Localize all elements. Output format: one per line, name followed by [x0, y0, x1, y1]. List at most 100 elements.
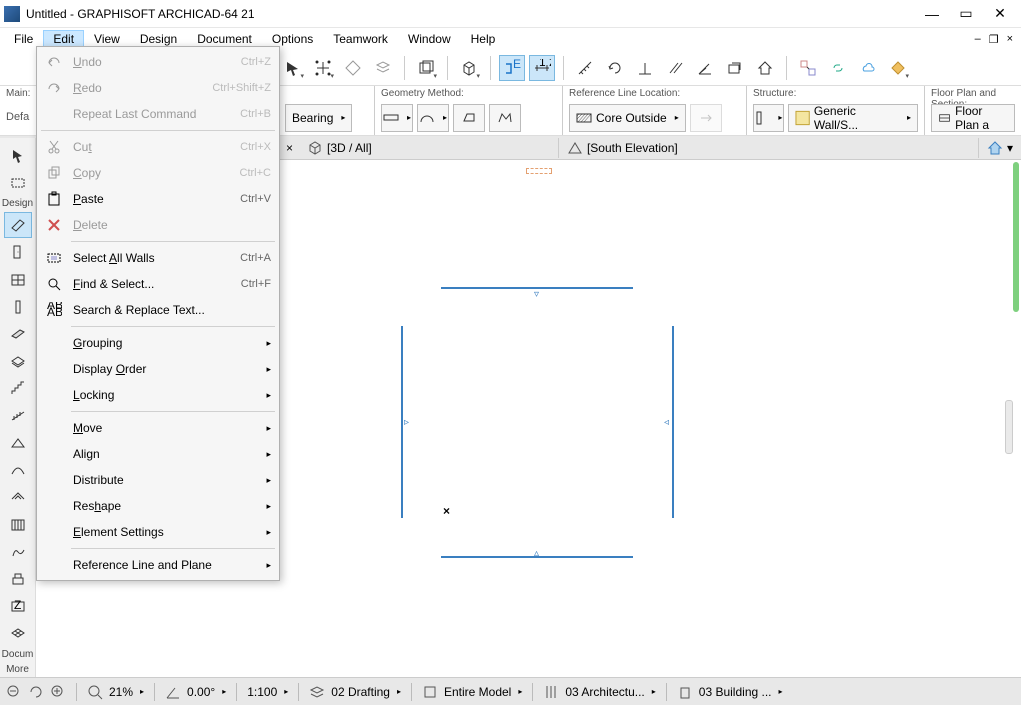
window-tool[interactable] [4, 267, 32, 292]
blank-icon [45, 445, 63, 463]
model-value[interactable]: Entire Model [444, 685, 522, 699]
mdi-min-icon[interactable]: – [971, 33, 985, 46]
geom-curved-button[interactable] [417, 104, 449, 132]
cloud-button[interactable] [855, 55, 881, 81]
zone-tool[interactable]: Z [4, 594, 32, 619]
tab-south-elevation[interactable]: [South Elevation] [558, 138, 818, 158]
arch-value[interactable]: 03 Architectu... [565, 685, 655, 699]
cube-dropdown-button[interactable] [456, 55, 482, 81]
layers-icon[interactable] [309, 684, 325, 700]
bearing-dropdown[interactable]: Bearing [285, 104, 352, 132]
scale-value[interactable]: 1:100 [247, 685, 288, 699]
mesh-tool[interactable] [4, 621, 32, 646]
mdi-restore-icon[interactable]: ❐ [985, 33, 1003, 46]
geom-trapezoid-button[interactable] [453, 104, 485, 132]
railing-tool[interactable] [4, 403, 32, 428]
arrow-tool[interactable] [4, 143, 32, 168]
edit-menu-dropdown: UndoCtrl+ZRedoCtrl+Shift+ZRepeat Last Co… [36, 46, 280, 581]
arrow-dropdown-button[interactable] [280, 55, 306, 81]
marquee-tool[interactable] [4, 170, 32, 195]
parallel-button[interactable] [662, 55, 688, 81]
skylight-tool[interactable] [4, 485, 32, 510]
tab-navigator-icon[interactable]: ▾ [978, 138, 1021, 158]
column-tool[interactable] [4, 294, 32, 319]
scroll-indicator[interactable] [1013, 162, 1019, 312]
door-tool[interactable] [4, 240, 32, 265]
wall-tool[interactable] [4, 212, 32, 237]
dim-12-button[interactable]: 1 2 [529, 55, 555, 81]
close-button[interactable]: ✕ [983, 3, 1017, 25]
floorplan-button[interactable]: Floor Plan a [931, 104, 1015, 132]
menuitem-distribute[interactable]: Distribute [39, 467, 277, 493]
menuitem-search-replace-text-[interactable]: ABABCSearch & Replace Text... [39, 297, 277, 323]
snap-e2-button[interactable]: E2 [499, 55, 525, 81]
menuitem-display-order[interactable]: Display Order [39, 356, 277, 382]
zoom-value[interactable]: 21% [109, 685, 144, 699]
struct-type-button[interactable] [753, 104, 784, 132]
measure-button[interactable] [572, 55, 598, 81]
bisector-button[interactable] [692, 55, 718, 81]
link-button[interactable] [825, 55, 851, 81]
diamond-button[interactable] [340, 55, 366, 81]
object-tool[interactable] [4, 566, 32, 591]
menuitem-find-select-[interactable]: Find & Select...Ctrl+F [39, 271, 277, 297]
bldg-icon[interactable] [677, 684, 693, 700]
beam-tool[interactable] [4, 321, 32, 346]
grid-dropdown-button[interactable] [310, 55, 336, 81]
curtain-wall-tool[interactable] [4, 512, 32, 537]
drafting-value[interactable]: 02 Drafting [331, 685, 401, 699]
menuitem-reshape[interactable]: Reshape [39, 493, 277, 519]
group-button[interactable] [795, 55, 821, 81]
zoom-fit-button[interactable] [87, 684, 103, 700]
menuitem-align[interactable]: Align [39, 441, 277, 467]
slab-tool[interactable] [4, 349, 32, 374]
perpendicular-button[interactable] [632, 55, 658, 81]
bldg-value[interactable]: 03 Building ... [699, 685, 783, 699]
generic-wall-dropdown[interactable]: Generic Wall/S... [788, 104, 918, 132]
flip-button[interactable] [690, 104, 722, 132]
menu-window[interactable]: Window [398, 30, 461, 48]
blank-icon [45, 419, 63, 437]
floorplan-label: Floor Plan and Section: [931, 88, 1015, 102]
wall-left[interactable] [401, 326, 403, 518]
blank-icon [45, 334, 63, 352]
rotate-button[interactable] [602, 55, 628, 81]
geom-poly-button[interactable] [489, 104, 521, 132]
tab-3d[interactable]: [3D / All] [299, 138, 380, 158]
pen-icon[interactable] [543, 684, 559, 700]
side-handle[interactable] [1005, 400, 1013, 454]
angle-value[interactable]: 0.00° [187, 685, 226, 699]
menu-help[interactable]: Help [461, 30, 506, 48]
core-outside-dropdown[interactable]: Core Outside [569, 104, 686, 132]
menuitem-grouping[interactable]: Grouping [39, 330, 277, 356]
menuitem-select-all-walls[interactable]: Select All WallsCtrl+A [39, 245, 277, 271]
angle-icon[interactable] [165, 684, 181, 700]
menu-teamwork[interactable]: Teamwork [323, 30, 398, 48]
zoom-reset-button[interactable] [28, 684, 44, 700]
menuitem-paste[interactable]: PasteCtrl+V [39, 186, 277, 212]
tab-close-icon[interactable]: × [280, 141, 299, 155]
menuitem-element-settings[interactable]: Element Settings [39, 519, 277, 545]
stair-tool[interactable] [4, 376, 32, 401]
menuitem-move[interactable]: Move [39, 415, 277, 441]
roof-tool[interactable] [4, 430, 32, 455]
box-dropdown-button[interactable] [413, 55, 439, 81]
home-button[interactable] [752, 55, 778, 81]
menuitem-reference-line-and-plane[interactable]: Reference Line and Plane [39, 552, 277, 578]
model-icon[interactable] [422, 684, 438, 700]
maximize-button[interactable]: ▭ [949, 3, 983, 25]
mdi-close-icon[interactable]: × [1003, 33, 1017, 46]
paste-icon [45, 190, 63, 208]
diamond-dropdown-button[interactable] [885, 55, 911, 81]
stack-button[interactable] [370, 55, 396, 81]
zoom-in-button[interactable] [50, 684, 66, 700]
morph-tool[interactable] [4, 539, 32, 564]
zoom-out-button[interactable] [6, 684, 22, 700]
offset-button[interactable] [722, 55, 748, 81]
minimize-button[interactable]: — [915, 3, 949, 25]
wall-right[interactable] [672, 326, 674, 518]
shell-tool[interactable] [4, 457, 32, 482]
menuitem-locking[interactable]: Locking [39, 382, 277, 408]
structure-label: Structure: [753, 88, 918, 102]
geom-straight-button[interactable] [381, 104, 413, 132]
